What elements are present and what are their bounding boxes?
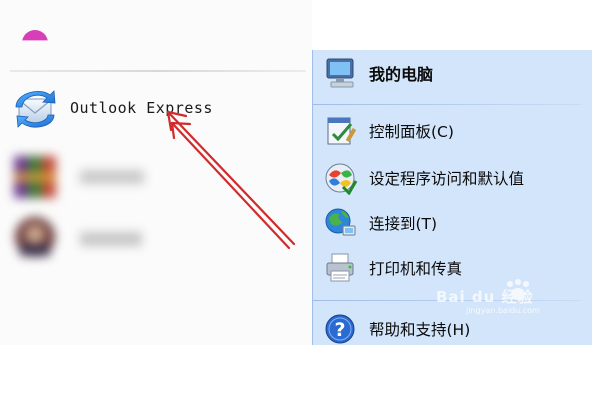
red-annotation-arrow	[166, 110, 296, 250]
start-menu-screenshot: Outlook Express 我的电脑 控制面板(C) 设定程序访问和默认值 …	[0, 0, 600, 400]
